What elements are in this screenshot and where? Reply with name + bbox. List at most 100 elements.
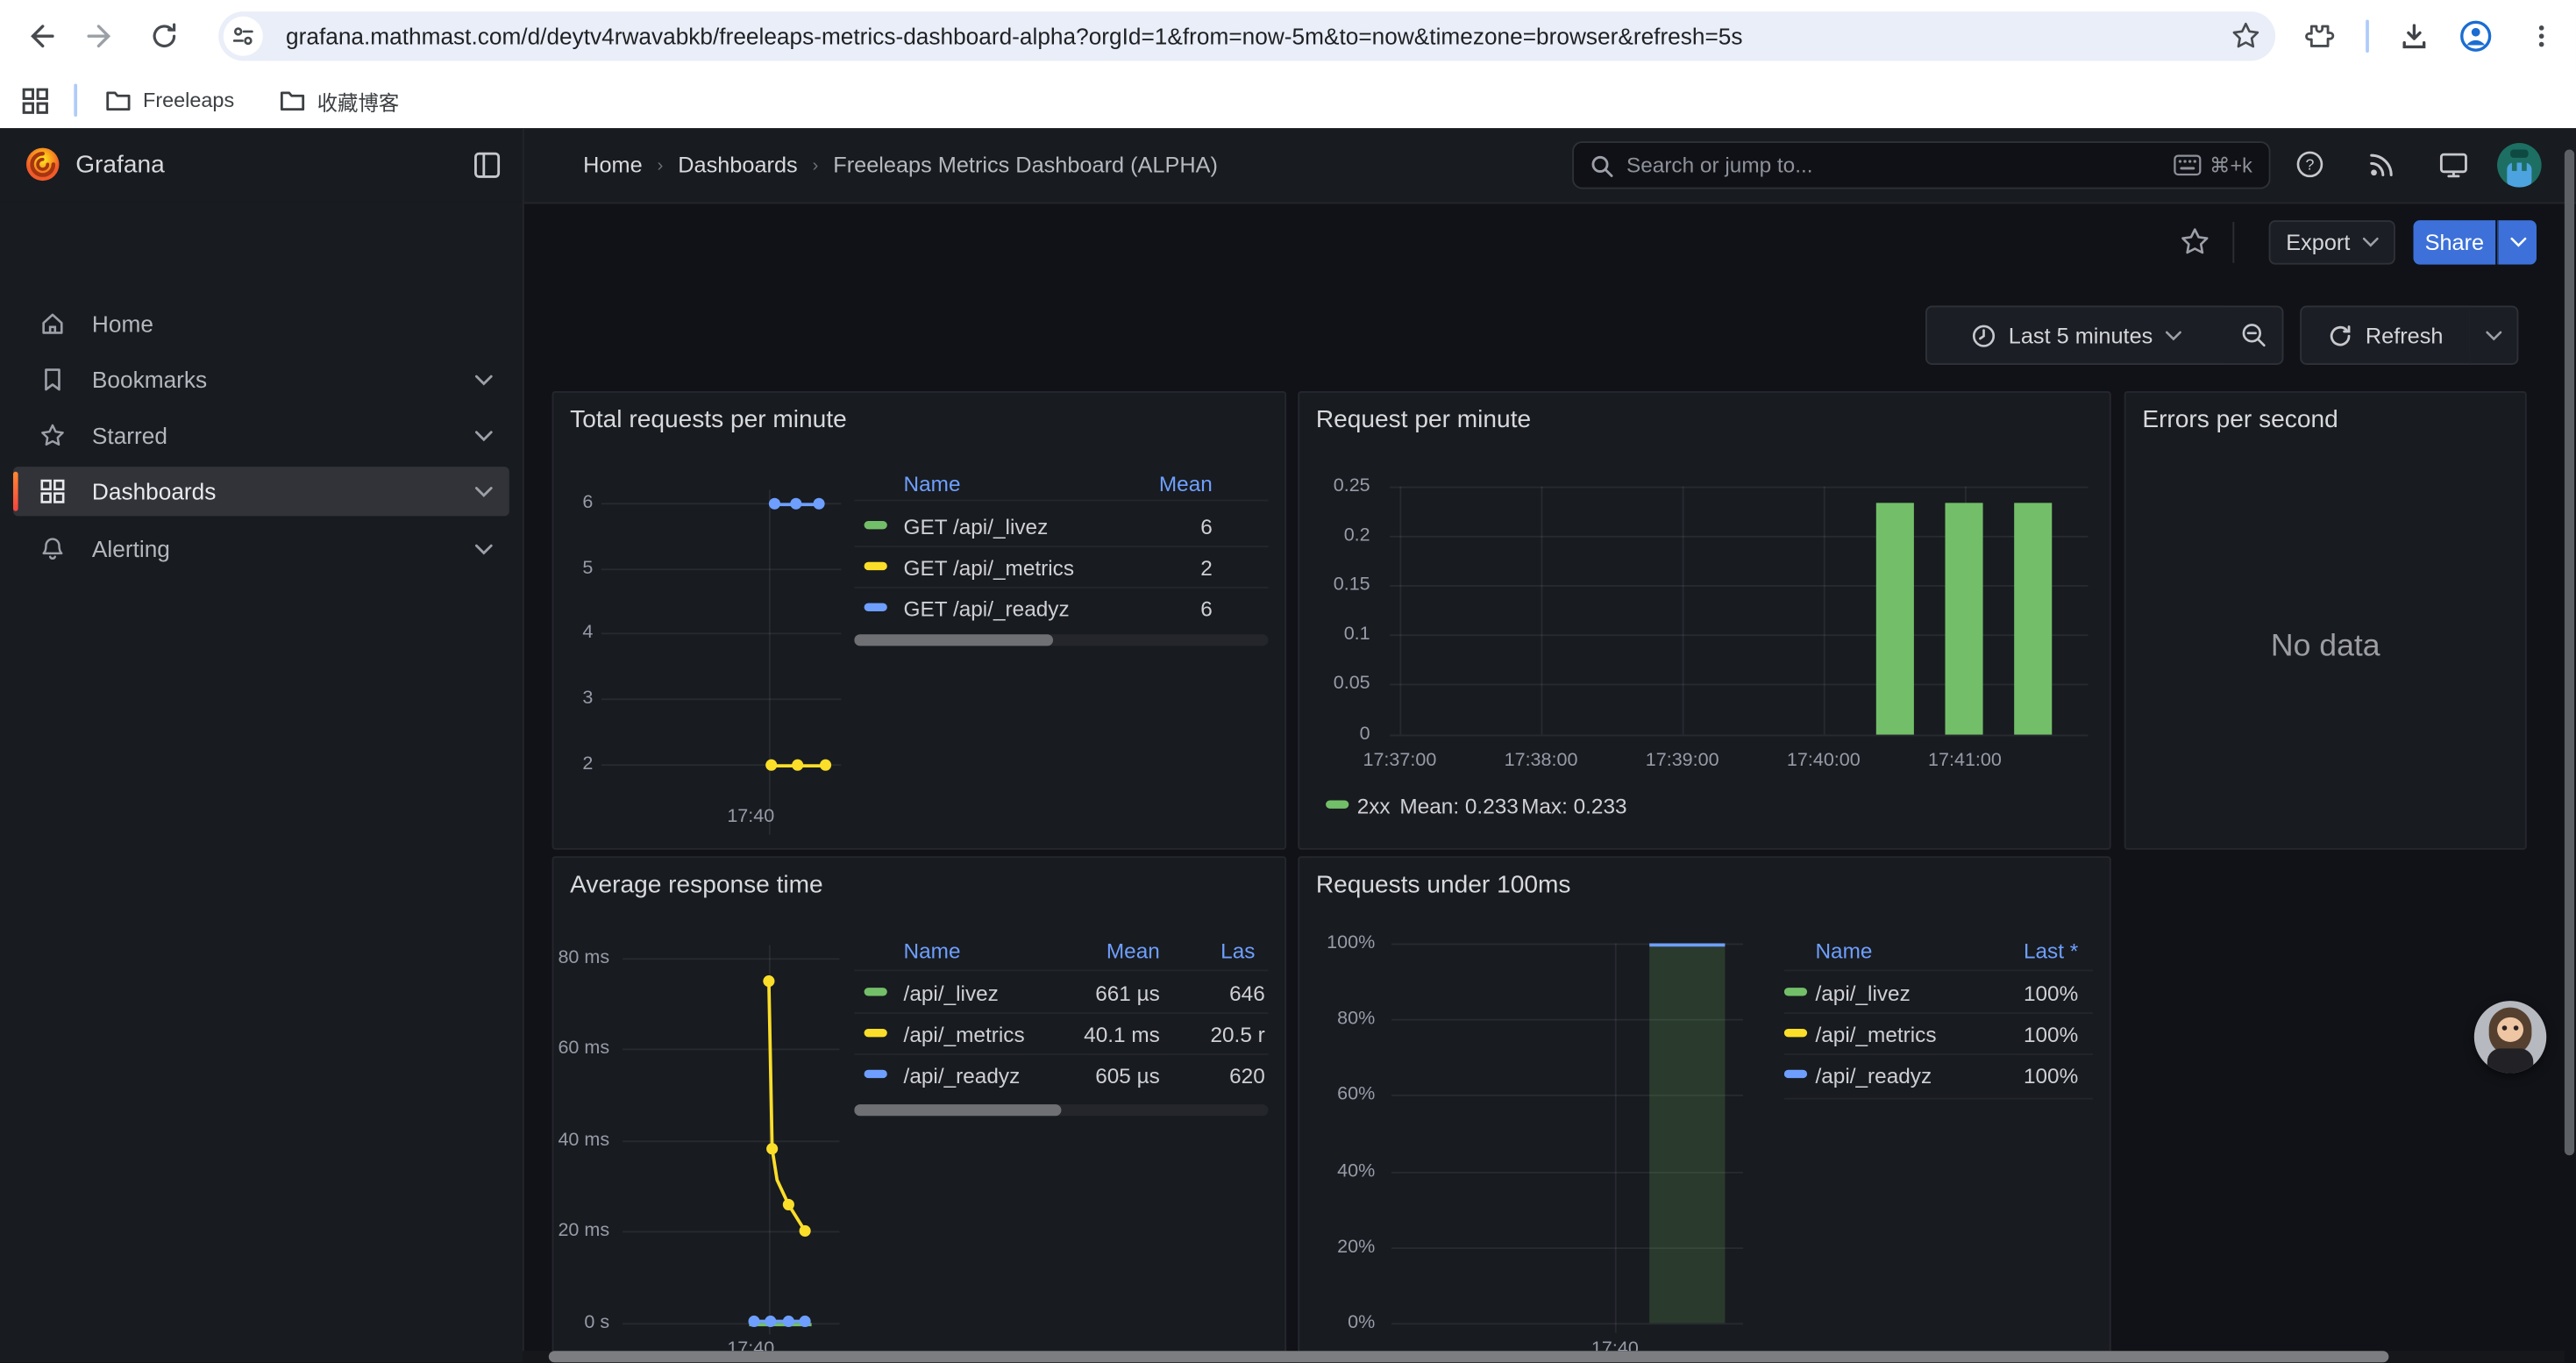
active-indicator: [13, 472, 18, 511]
y-tick: 0.1: [1299, 623, 1370, 646]
legend-row-name[interactable]: /api/_readyz: [904, 1063, 1021, 1088]
bookmark-star-icon[interactable]: [2230, 19, 2262, 52]
breadcrumb-dashboards[interactable]: Dashboards: [678, 153, 797, 177]
bookmark-folder-freeleaps[interactable]: Freeleaps: [105, 72, 234, 128]
legend-row-mean: 661 µs: [1095, 981, 1160, 1006]
search-placeholder: Search or jump to...: [1626, 153, 2174, 177]
legend-row-name[interactable]: GET /api/_metrics: [904, 555, 1074, 580]
no-data-message: No data: [2126, 630, 2525, 666]
panel-avg-response-time[interactable]: Average response time 80 ms 60 ms 40 ms …: [552, 856, 1287, 1362]
reload-icon[interactable]: [145, 17, 184, 56]
user-avatar[interactable]: [2497, 143, 2542, 188]
series-color-blue: [865, 603, 887, 611]
forward-icon[interactable]: [82, 17, 122, 56]
legend-row-value: 100%: [2024, 1063, 2078, 1088]
monitor-icon[interactable]: [2437, 148, 2469, 181]
legend-header-last[interactable]: Las: [1220, 938, 1255, 963]
legend-row-name[interactable]: /api/_readyz: [1815, 1063, 1932, 1088]
x-tick: 17:40: [701, 805, 800, 828]
legend-header-mean[interactable]: Mean: [1107, 938, 1160, 963]
share-menu-button[interactable]: [2497, 220, 2537, 265]
gridline: [1390, 735, 2088, 737]
avatar-eye: [2502, 1025, 2508, 1031]
time-range-picker[interactable]: Last 5 minutes: [1925, 306, 2228, 365]
toggle-sidebar-icon[interactable]: [473, 151, 502, 179]
sidebar-item-alerting[interactable]: Alerting: [13, 525, 509, 574]
divider: [854, 587, 1268, 589]
export-button[interactable]: Export: [2269, 220, 2395, 265]
url-text[interactable]: grafana.mathmast.com/d/deytv4rwavabkb/fr…: [286, 11, 2192, 61]
divider: [854, 969, 1268, 971]
y-tick: 0.15: [1299, 574, 1370, 596]
sidebar-item-home[interactable]: Home: [13, 299, 509, 348]
grafana-logo-icon[interactable]: [25, 146, 60, 182]
legend-scrollbar[interactable]: [854, 1104, 1268, 1116]
breadcrumb-home[interactable]: Home: [583, 153, 642, 177]
legend-scrollbar[interactable]: [854, 634, 1268, 646]
panel-requests-under-100ms[interactable]: Requests under 100ms 100% 80% 60% 40% 20…: [1298, 856, 2110, 1362]
series-color-yellow: [1784, 1029, 1807, 1037]
legend-row-name[interactable]: /api/_livez: [1815, 981, 1910, 1006]
favorite-star-icon[interactable]: [2179, 225, 2211, 258]
legend-header-last[interactable]: Last *: [2024, 938, 2078, 963]
page-horizontal-scrollbar[interactable]: [523, 1351, 2565, 1362]
gridline: [1390, 536, 2088, 538]
refresh-button[interactable]: Refresh: [2300, 306, 2471, 365]
chevron-down-icon[interactable]: [475, 374, 494, 385]
sidebar-item-bookmarks[interactable]: Bookmarks: [13, 355, 509, 404]
legend-header-name[interactable]: Name: [904, 472, 961, 496]
bookmark-label: 收藏博客: [317, 84, 400, 116]
site-settings-icon[interactable]: [224, 17, 263, 56]
legend-series[interactable]: 2xx: [1357, 794, 1391, 818]
toolbar-divider: [2366, 19, 2369, 52]
x-tick: 17:41:00: [1912, 749, 2017, 772]
apps-grid-icon[interactable]: [21, 72, 49, 128]
news-rss-icon[interactable]: [2366, 148, 2398, 181]
legend-row-name[interactable]: /api/_metrics: [904, 1022, 1025, 1046]
legend-header-name[interactable]: Name: [904, 938, 961, 963]
gridline: [769, 489, 771, 834]
legend-header-name[interactable]: Name: [1815, 938, 1872, 963]
menu-dots-icon[interactable]: [2522, 17, 2561, 56]
y-tick: 0.2: [1299, 525, 1370, 547]
downloads-icon[interactable]: [2394, 17, 2433, 56]
bookmark-folder-blogs[interactable]: 收藏博客: [280, 72, 400, 128]
panel-title[interactable]: Total requests per minute: [570, 406, 847, 434]
legend-row-name[interactable]: /api/_livez: [904, 981, 999, 1006]
y-tick: 3: [553, 687, 593, 710]
extensions-icon[interactable]: [2298, 17, 2338, 56]
time-range-label: Last 5 minutes: [2009, 323, 2153, 347]
url-bar[interactable]: grafana.mathmast.com/d/deytv4rwavabkb/fr…: [218, 11, 2275, 61]
share-button[interactable]: Share: [2413, 220, 2495, 265]
gridline: [1390, 634, 2088, 636]
chevron-down-icon[interactable]: [475, 430, 494, 441]
panel-errors-per-second[interactable]: Errors per second No data: [2124, 391, 2527, 850]
legend-row-name[interactable]: GET /api/_livez: [904, 514, 1049, 539]
page-vertical-scrollbar[interactable]: [2565, 150, 2574, 1156]
floating-assistant-avatar[interactable]: [2474, 1001, 2546, 1073]
chevron-down-icon[interactable]: [475, 486, 494, 497]
panel-title[interactable]: Request per minute: [1316, 406, 1531, 434]
help-icon[interactable]: ?: [2294, 148, 2326, 181]
legend-header-mean[interactable]: Mean: [1159, 472, 1213, 496]
zoom-out-button[interactable]: [2226, 306, 2284, 365]
gridline: [1824, 487, 1825, 735]
panel-title[interactable]: Requests under 100ms: [1316, 871, 1571, 899]
sidebar-item-starred[interactable]: Starred: [13, 410, 509, 460]
profile-icon[interactable]: [2456, 17, 2495, 56]
panel-total-requests[interactable]: Total requests per minute 6 5 4 3 2 17:4…: [552, 391, 1287, 850]
legend-row-name[interactable]: GET /api/_readyz: [904, 596, 1070, 621]
sidebar-item-label: Starred: [92, 423, 475, 449]
chevron-down-icon[interactable]: [475, 543, 494, 554]
refresh-label: Refresh: [2366, 323, 2444, 347]
grafana-brand[interactable]: Grafana: [75, 128, 165, 202]
refresh-interval-button[interactable]: [2469, 306, 2518, 365]
panel-title[interactable]: Errors per second: [2142, 406, 2338, 434]
refresh-icon: [2328, 323, 2352, 347]
legend-row-name[interactable]: /api/_metrics: [1815, 1022, 1936, 1046]
sidebar-item-dashboards[interactable]: Dashboards: [13, 467, 509, 516]
search-input[interactable]: Search or jump to... ⌘+k: [1572, 141, 2270, 189]
back-icon[interactable]: [19, 17, 59, 56]
divider: [854, 546, 1268, 547]
panel-request-per-minute[interactable]: Request per minute 0.25 0.2 0.15 0.1 0.0…: [1298, 391, 2110, 850]
